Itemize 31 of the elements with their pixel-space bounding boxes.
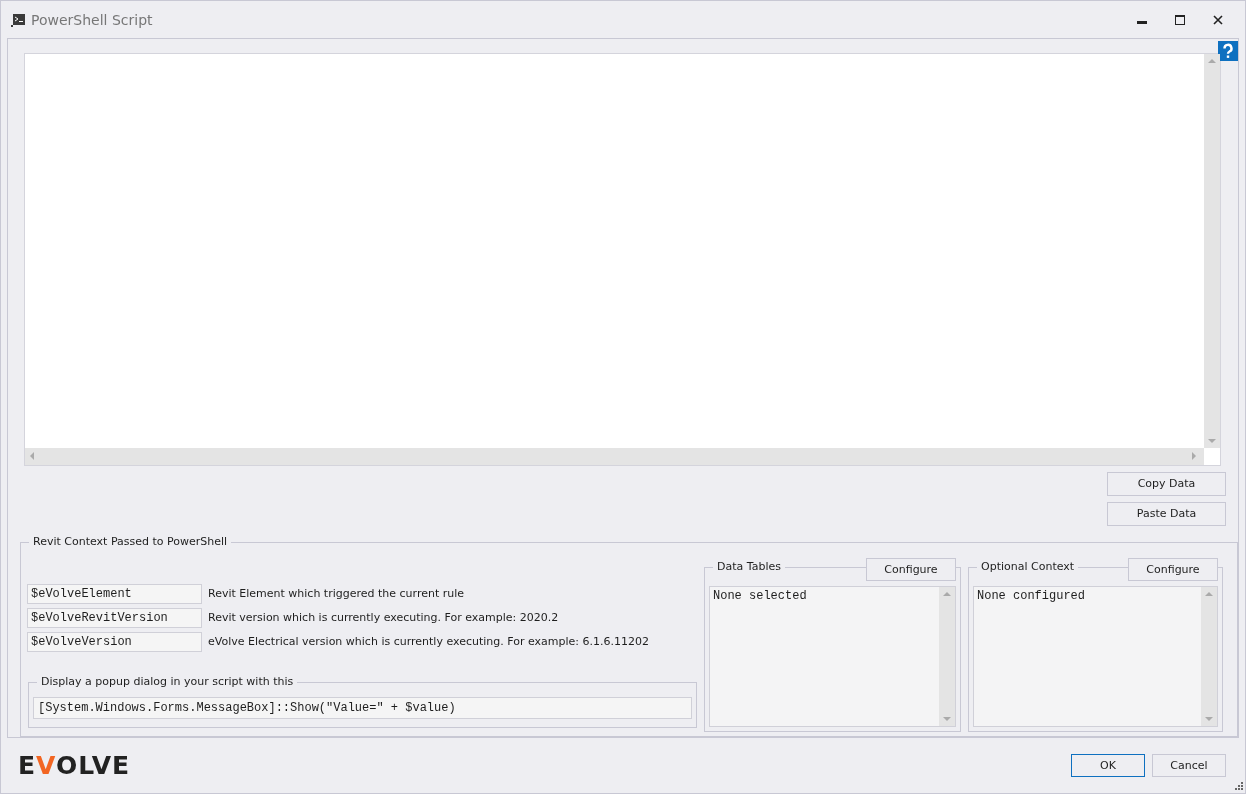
variable-description: Revit version which is currently executing. For example: 2020.2: [208, 611, 559, 625]
vertical-scrollbar[interactable]: [1201, 586, 1217, 726]
group-title: Display a popup dialog in your script with this: [37, 674, 298, 688]
list-box[interactable]: None selected: [709, 585, 956, 727]
window-title: PowerShell Script: [31, 11, 153, 28]
variable-field[interactable]: $eVolveVersion: [27, 631, 202, 652]
vertical-scrollbar[interactable]: [939, 586, 955, 726]
maximize-icon[interactable]: [1175, 14, 1185, 25]
clipboard-button[interactable]: Copy Data: [1107, 471, 1226, 496]
configure-button[interactable]: Configure: [866, 557, 956, 581]
variable-field[interactable]: $eVolveElement: [27, 583, 202, 604]
code-field[interactable]: [System.Windows.Forms.MessageBox]::Show("Value=" + $value): [33, 696, 692, 719]
logo: EVOLVE: [18, 750, 131, 780]
list-text: None selected: [713, 588, 807, 603]
close-icon[interactable]: [1213, 14, 1223, 25]
configure-button[interactable]: Configure: [1128, 557, 1218, 581]
group-title: Revit Context Passed to PowerShell: [29, 534, 232, 548]
help-icon[interactable]: [1218, 41, 1238, 61]
variable-description: Revit Element which triggered the current rule: [208, 587, 465, 601]
list-text: None configured: [977, 588, 1086, 603]
terminal-icon: [11, 12, 25, 27]
variable-description: eVolve Electrical version which is currently executing. For example: 6.1.6.11202: [208, 635, 649, 649]
variable-field[interactable]: $eVolveRevitVersion: [27, 607, 202, 628]
ok-button[interactable]: OK: [1071, 753, 1145, 777]
list-box[interactable]: None configured: [973, 585, 1218, 727]
vertical-scrollbar[interactable]: [1204, 54, 1220, 448]
group-title: Optional Context: [977, 559, 1079, 573]
resize-grip-icon[interactable]: [1235, 782, 1243, 790]
group-title: Data Tables: [713, 559, 785, 573]
cancel-button[interactable]: Cancel: [1152, 753, 1226, 777]
clipboard-button[interactable]: Paste Data: [1107, 501, 1226, 526]
